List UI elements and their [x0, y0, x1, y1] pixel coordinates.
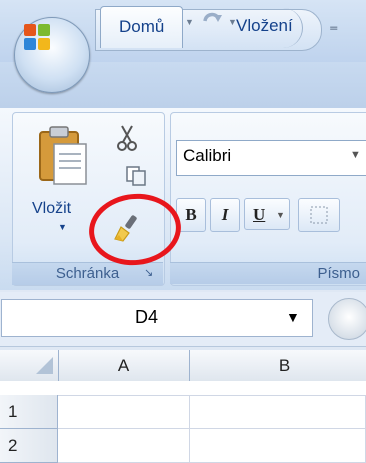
font-name-dropdown-icon[interactable]: ▼	[350, 149, 361, 161]
italic-button[interactable]: I	[210, 198, 240, 232]
undo-dropdown-icon[interactable]: ▼	[185, 17, 194, 27]
name-box-value: D4	[135, 307, 159, 327]
row-header-2[interactable]: 2	[0, 429, 58, 463]
select-all-icon	[36, 357, 53, 374]
cell-a2[interactable]	[58, 429, 190, 463]
tab-insert[interactable]: Vložení	[218, 6, 311, 46]
row-header-1[interactable]: 1	[0, 395, 58, 429]
name-box-dropdown-icon[interactable]: ▼	[286, 309, 300, 325]
clipboard-launcher-icon[interactable]: ↘	[144, 266, 153, 279]
cell-a1[interactable]	[58, 395, 190, 429]
column-header-b[interactable]: B	[190, 350, 366, 381]
column-header-a[interactable]: A	[58, 350, 190, 381]
paste-icon[interactable]	[38, 124, 88, 186]
formula-bar-handle[interactable]	[328, 298, 366, 340]
office-logo-icon	[24, 24, 50, 50]
customize-qat-icon[interactable]: ₌	[329, 15, 339, 36]
cut-icon[interactable]	[116, 124, 138, 152]
copy-icon[interactable]	[125, 165, 147, 187]
font-group-title: Písmo	[170, 262, 366, 284]
border-icon	[310, 206, 328, 224]
cell-b1[interactable]	[190, 395, 366, 429]
paste-dropdown-icon[interactable]: ▼	[58, 222, 67, 232]
underline-dropdown-icon[interactable]: ▼	[276, 210, 285, 220]
border-button[interactable]	[298, 198, 340, 232]
tab-home[interactable]: Domů	[100, 6, 184, 48]
cell-b2[interactable]	[190, 429, 366, 463]
font-name-value: Calibri	[183, 146, 232, 165]
clipboard-group-title: Schránka	[12, 262, 163, 285]
paste-button-label[interactable]: Vložit	[32, 200, 71, 218]
header-gap	[0, 381, 366, 396]
